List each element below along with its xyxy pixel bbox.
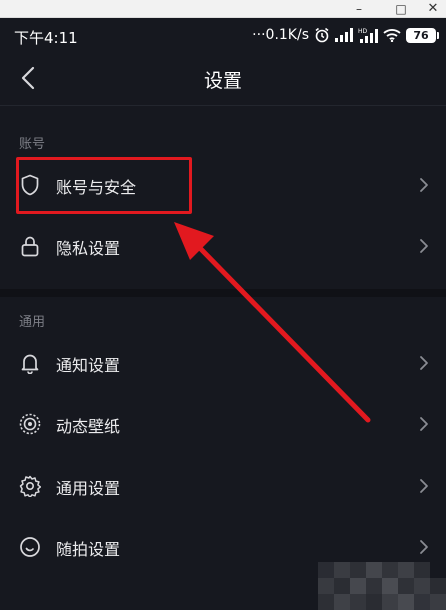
gear-icon — [18, 474, 42, 498]
window-minimize-button[interactable]: – — [344, 0, 374, 18]
settings-item-label: 通知设置 — [56, 356, 121, 375]
chevron-right-icon — [420, 540, 428, 554]
window-close-button[interactable]: ✕ — [418, 0, 446, 18]
live-wallpaper-icon — [18, 412, 42, 436]
settings-item-label: 通用设置 — [56, 479, 121, 498]
network-speed: ···0.1K/s — [252, 27, 309, 43]
nav-bar: 设置 — [0, 52, 446, 106]
chevron-right-icon — [420, 417, 428, 431]
settings-item-notifications[interactable]: 通知设置 — [0, 335, 446, 391]
bell-icon — [18, 351, 42, 375]
status-bar: 下午4:11 ···0.1K/s HD 76 — [0, 18, 446, 52]
chevron-right-icon — [420, 356, 428, 370]
battery-icon: 76 — [406, 27, 439, 43]
alarm-icon — [314, 27, 330, 43]
signal-icon — [335, 28, 353, 42]
settings-item-label: 隐私设置 — [56, 239, 121, 258]
settings-item-privacy[interactable]: 隐私设置 — [0, 218, 446, 274]
svg-text:HD: HD — [358, 28, 368, 35]
chevron-right-icon — [420, 239, 428, 253]
annotation-highlight-box — [16, 157, 192, 214]
mosaic-watermark — [318, 558, 446, 610]
status-time: 下午4:11 — [14, 29, 78, 47]
settings-item-label: 随拍设置 — [56, 540, 121, 559]
settings-item-label: 动态壁纸 — [56, 417, 121, 436]
hd-signal-icon: HD — [358, 27, 378, 43]
status-indicators: ···0.1K/s HD 76 — [252, 26, 439, 44]
snapshot-icon — [18, 535, 42, 559]
lock-icon — [18, 234, 42, 258]
section-label-general: 通用 — [19, 315, 46, 330]
window-maximize-button[interactable]: □ — [386, 0, 416, 18]
settings-item-general[interactable]: 通用设置 — [0, 458, 446, 514]
section-divider — [0, 289, 446, 297]
chevron-right-icon — [420, 479, 428, 493]
window-title-bar: – □ ✕ — [0, 0, 446, 18]
settings-item-live-wallpaper[interactable]: 动态壁纸 — [0, 396, 446, 452]
chevron-right-icon — [420, 178, 428, 192]
page-title: 设置 — [203, 70, 242, 92]
wifi-icon — [383, 28, 401, 42]
section-label-account: 账号 — [19, 137, 46, 152]
